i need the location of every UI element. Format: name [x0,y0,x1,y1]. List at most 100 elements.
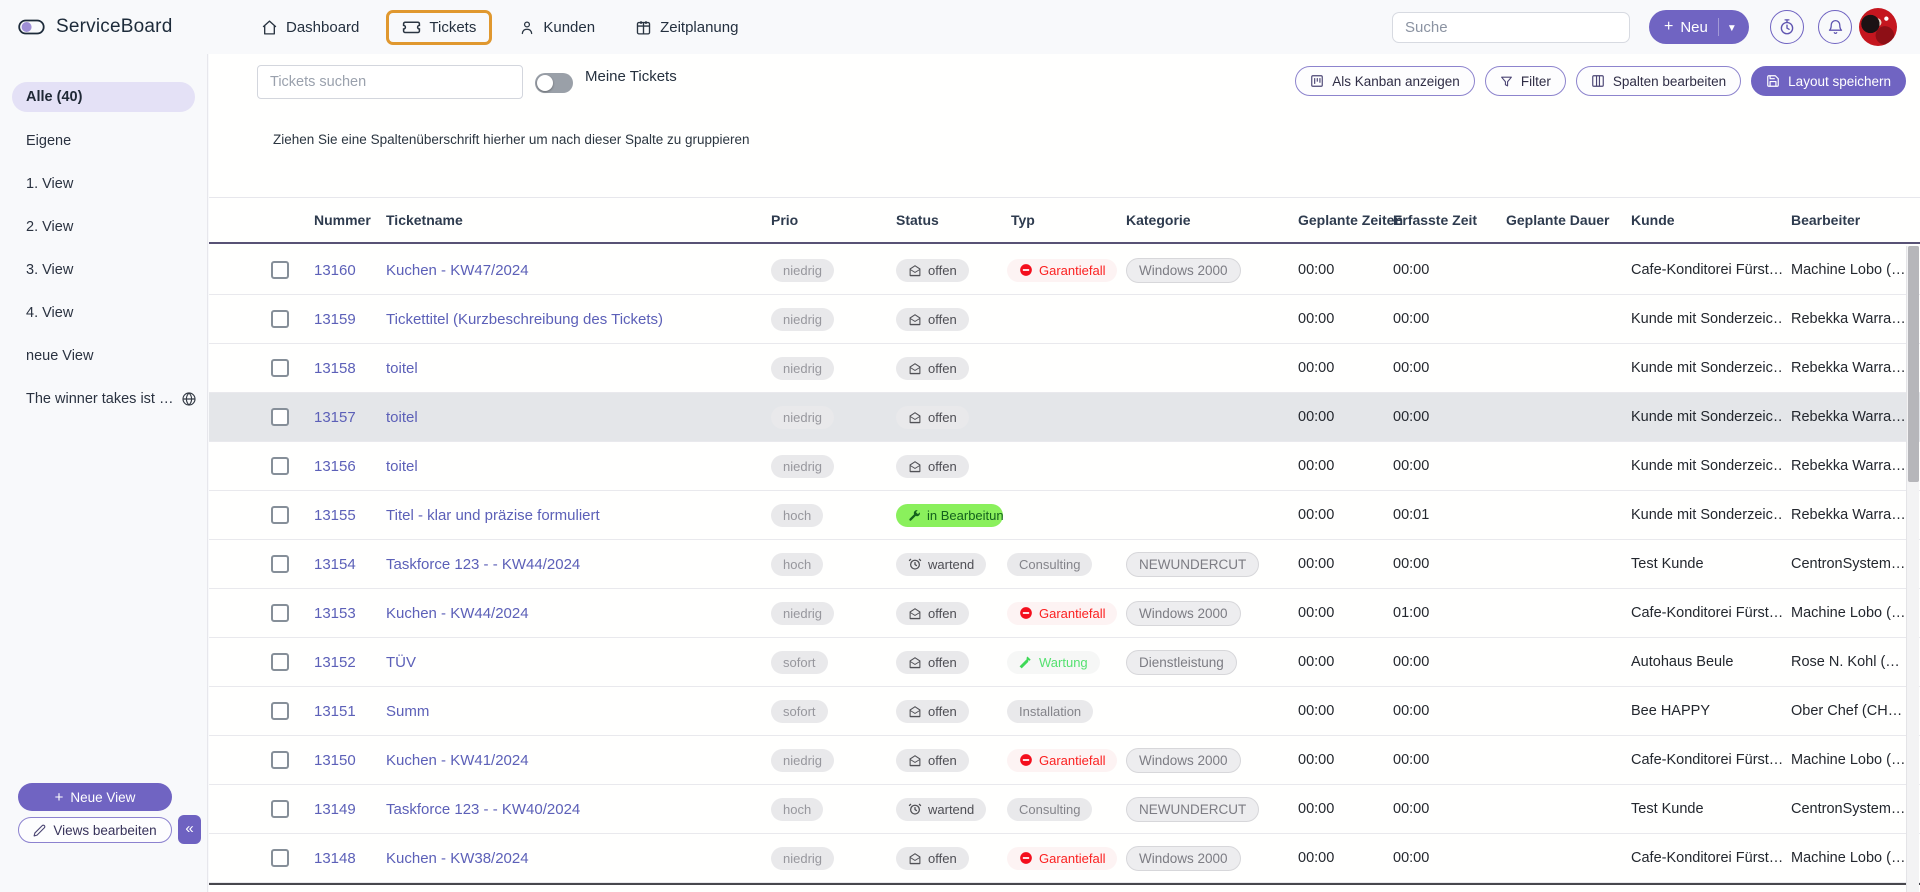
edit-views-button[interactable]: Views bearbeiten [18,817,172,843]
ticket-number-link[interactable]: 13148 [306,850,378,867]
table-row[interactable]: 13153Kuchen - KW44/2024niedrigoffenGaran… [209,589,1920,638]
column-header-erfasste-zeit[interactable]: Erfasste Zeit [1385,212,1498,228]
ticket-name-link[interactable]: Summ [378,703,763,720]
ticket-number-link[interactable]: 13151 [306,703,378,720]
table-row[interactable]: 13154Taskforce 123 - - KW44/2024hochwart… [209,540,1920,589]
column-header-prio[interactable]: Prio [763,212,888,228]
kategorie-cell: Windows 2000 [1118,601,1290,626]
ticket-number-link[interactable]: 13159 [306,311,378,328]
ticket-name-link[interactable]: toitel [378,409,763,426]
table-row[interactable]: 13151SummsofortoffenInstallation00:0000:… [209,687,1920,736]
row-checkbox[interactable] [271,653,289,671]
ticket-number-link[interactable]: 13152 [306,654,378,671]
ticket-number-link[interactable]: 13155 [306,507,378,524]
sidebar-view-item[interactable]: Alle (40) [12,82,195,112]
ticket-number-link[interactable]: 13157 [306,409,378,426]
ticket-number-link[interactable]: 13150 [306,752,378,769]
sidebar-view-item[interactable]: Eigene [12,119,195,162]
sidebar-view-item[interactable]: neue View [12,334,195,377]
sidebar-view-item[interactable]: 4. View [12,291,195,334]
ticket-name-link[interactable]: Titel - klar und präzise formuliert [378,507,763,524]
sidebar-view-item[interactable]: 2. View [12,205,195,248]
column-header-status[interactable]: Status [888,212,1003,228]
ticket-name-link[interactable]: Taskforce 123 - - KW40/2024 [378,801,763,818]
nav-item-dashboard[interactable]: Dashboard [248,10,372,45]
status-cell: offen [888,357,1003,380]
column-header-ticketname[interactable]: Ticketname [378,212,763,228]
ticket-name-link[interactable]: Kuchen - KW44/2024 [378,605,763,622]
row-checkbox[interactable] [271,702,289,720]
row-checkbox[interactable] [271,359,289,377]
save-layout-button[interactable]: Layout speichern [1751,66,1906,96]
nav-item-tickets[interactable]: Tickets [386,10,492,45]
timer-button[interactable] [1770,10,1804,44]
ticket-number-link[interactable]: 13156 [306,458,378,475]
table-row[interactable]: 13158toitelniedrigoffen00:0000:00Kunde m… [209,344,1920,393]
user-avatar[interactable] [1859,8,1897,46]
row-checkbox[interactable] [271,457,289,475]
row-checkbox[interactable] [271,751,289,769]
row-checkbox[interactable] [271,849,289,867]
sidebar-view-item[interactable]: 3. View [12,248,195,291]
notifications-button[interactable] [1818,10,1852,44]
row-checkbox[interactable] [271,506,289,524]
column-header-geplante-dauer[interactable]: Geplante Dauer [1498,212,1623,228]
scrollbar-thumb[interactable] [1908,246,1919,482]
table-row[interactable]: 13155Titel - klar und präzise formuliert… [209,491,1920,540]
column-header-typ[interactable]: Typ [1003,212,1118,228]
ticket-name-link[interactable]: Kuchen - KW41/2024 [378,752,763,769]
chevron-down-icon[interactable]: ▼ [1718,18,1749,36]
ticket-name-link[interactable]: toitel [378,360,763,377]
table-row[interactable]: 13152TÜVsofortoffenWartungDienstleistung… [209,638,1920,687]
table-row[interactable]: 13156toitelniedrigoffen00:0000:00Kunde m… [209,442,1920,491]
collapse-sidebar-button[interactable]: « [178,815,201,844]
nav-item-label: Zeitplanung [660,19,738,36]
table-row[interactable]: 13149Taskforce 123 - - KW40/2024hochwart… [209,785,1920,834]
ticket-name-link[interactable]: Taskforce 123 - - KW44/2024 [378,556,763,573]
row-checkbox[interactable] [271,604,289,622]
status-badge: wartend [896,798,986,821]
table-row[interactable]: 13148Kuchen - KW38/2024niedrigoffenGaran… [209,834,1920,883]
my-tickets-toggle[interactable] [535,73,573,93]
column-header-geplante-zeiten[interactable]: Geplante Zeiten [1290,212,1385,228]
ticket-number-link[interactable]: 13160 [306,262,378,279]
ticket-name-link[interactable]: toitel [378,458,763,475]
ticket-number-link[interactable]: 13149 [306,801,378,818]
new-view-button[interactable]: + Neue View [18,783,172,811]
table-row[interactable]: 13150Kuchen - KW41/2024niedrigoffenGaran… [209,736,1920,785]
recorded-time-cell: 00:00 [1385,360,1498,376]
prio-badge: hoch [771,504,823,527]
sidebar-view-item[interactable]: 1. View [12,162,195,205]
ticket-name-link[interactable]: Tickettitel (Kurzbeschreibung des Ticket… [378,311,763,328]
global-search-input[interactable] [1392,12,1630,43]
ticket-number-link[interactable]: 13153 [306,605,378,622]
show-as-kanban-button[interactable]: Als Kanban anzeigen [1295,66,1475,96]
nav-item-zeitplanung[interactable]: Zeitplanung [622,10,751,45]
ticket-name-link[interactable]: Kuchen - KW38/2024 [378,850,763,867]
row-checkbox[interactable] [271,310,289,328]
table-row[interactable]: 13157toitelniedrigoffen00:0000:00Kunde m… [209,393,1920,442]
row-checkbox[interactable] [271,800,289,818]
row-checkbox[interactable] [271,408,289,426]
column-header-bearbeiter[interactable]: Bearbeiter [1783,212,1920,228]
row-checkbox[interactable] [271,555,289,573]
ticket-number-link[interactable]: 13158 [306,360,378,377]
column-header-nummer[interactable]: Nummer [306,212,378,228]
table-row[interactable]: 13159Tickettitel (Kurzbeschreibung des T… [209,295,1920,344]
sidebar-view-item[interactable]: The winner takes ist … [12,377,195,420]
column-header-kunde[interactable]: Kunde [1623,212,1783,228]
edit-columns-button[interactable]: Spalten bearbeiten [1576,66,1741,96]
column-header-kategorie[interactable]: Kategorie [1118,212,1290,228]
ticket-name-link[interactable]: Kuchen - KW47/2024 [378,262,763,279]
tickets-search-input[interactable] [257,65,523,99]
vertical-scrollbar[interactable] [1906,246,1919,892]
row-checkbox[interactable] [271,261,289,279]
ticket-number-link[interactable]: 13154 [306,556,378,573]
table-row[interactable]: 13160Kuchen - KW47/2024niedrigoffenGaran… [209,246,1920,295]
nav-item-kunden[interactable]: Kunden [506,10,608,45]
ticket-name-link[interactable]: TÜV [378,654,763,671]
view-label: The winner takes ist … [26,391,173,407]
mail-open-icon [908,411,922,424]
filter-button[interactable]: Filter [1485,66,1566,96]
new-button[interactable]: + Neu ▼ [1649,10,1749,44]
